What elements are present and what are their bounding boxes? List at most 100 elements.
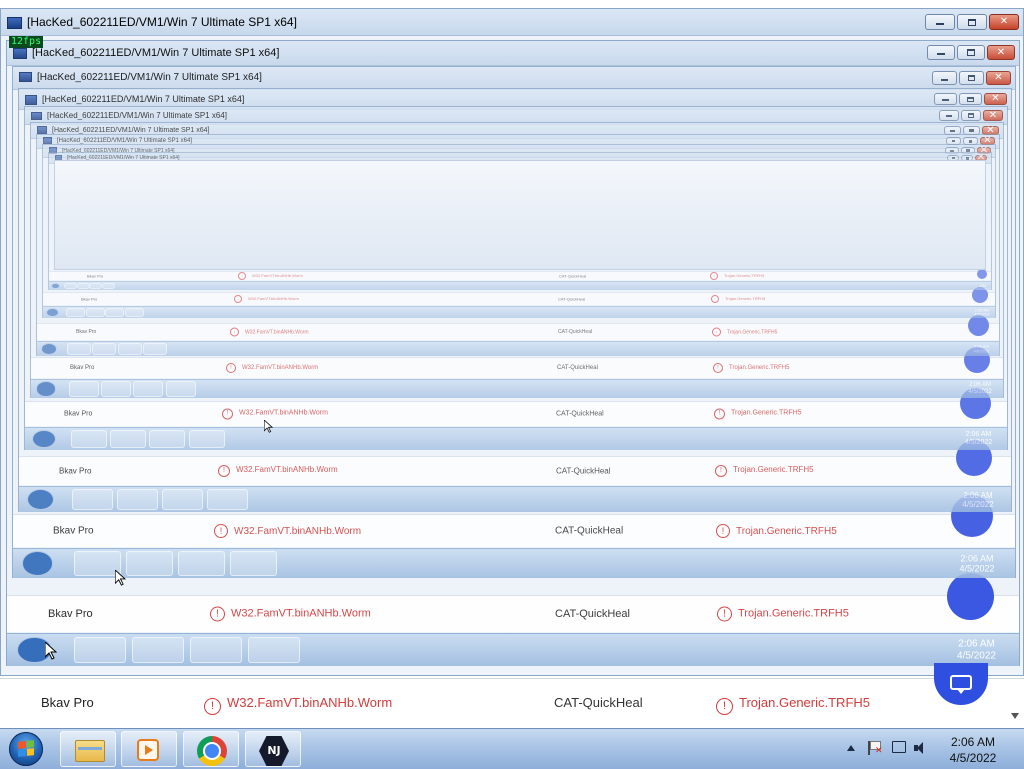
taskbar-app-button xyxy=(92,343,116,355)
close-icon[interactable] xyxy=(989,14,1019,30)
alert-icon: ! xyxy=(712,327,721,337)
taskbar-app-button xyxy=(133,381,163,397)
alert-icon: ! xyxy=(716,524,730,538)
nested-result-row: Bkav Pro ! W32.FamVT.binANHb.Worm CAT-Quick… xyxy=(19,456,1011,485)
nj-icon: NJ xyxy=(259,736,289,766)
nested-result-row: Bkav Pro ! W32.FamVT.binANHb.Worm CAT-Quick… xyxy=(37,323,999,340)
remote-desktop-icon xyxy=(43,136,52,144)
minimize-icon[interactable] xyxy=(927,45,955,60)
taskbar-chrome[interactable] xyxy=(183,731,239,767)
nested-row-cell: ! Trojan.Generic.TRFH5 xyxy=(716,524,837,538)
nested-result-row: Bkav Pro ! W32.FamVT.binANHb.Worm CAT-Quick… xyxy=(49,271,991,280)
minimize-icon[interactable] xyxy=(932,71,957,85)
nested-row-cell: ! W32.FamVT.binANHb.Worm xyxy=(210,606,371,622)
nested-row-cell: CAT-QuickHeal xyxy=(559,273,587,279)
fps-counter: 12fps xyxy=(9,36,44,48)
start-button xyxy=(22,551,53,576)
nested-row-cell: ! Trojan.Generic.TRFH5 xyxy=(715,465,814,477)
maximize-icon[interactable] xyxy=(959,71,984,85)
nested-row-cell: Bkav Pro xyxy=(53,525,94,537)
nested-row-cell: Bkav Pro xyxy=(70,365,95,371)
nested-clock: 2:06 AM4/5/2022 xyxy=(957,638,996,662)
clock-date: 4/5/2022 xyxy=(949,751,997,765)
taskbar-app-button xyxy=(74,551,121,576)
chat-button xyxy=(947,573,994,620)
show-hidden-icons-icon[interactable] xyxy=(847,745,855,751)
nested-row-cell: CAT-QuickHeal xyxy=(557,365,598,371)
nested-taskbar: 2:06 AM4/5/2022 xyxy=(43,306,995,318)
start-button xyxy=(46,307,59,318)
nested-taskbar: 2:06 AM4/5/2022 xyxy=(7,633,1019,666)
alert-icon: ! xyxy=(716,698,733,715)
alert-icon: ! xyxy=(222,408,233,420)
taskbar-app-button xyxy=(67,343,91,355)
taskbar-app-button xyxy=(74,636,126,664)
taskbar-app-button xyxy=(71,429,107,449)
scroll-down-arrow-icon[interactable] xyxy=(1011,713,1019,719)
taskbar-app-button xyxy=(69,381,99,397)
taskbar-app-button xyxy=(132,636,184,664)
system-clock[interactable]: 2:06 AM 4/5/2022 xyxy=(937,734,1009,766)
detection-result-row: Bkav Pro ! W32.FamVT.binANHb.Worm CAT-Qui… xyxy=(0,678,1024,727)
window-titlebar[interactable]: [HacKed_602211ED/VM1/Win 7 Ultimate SP1 … xyxy=(7,41,1019,66)
volume-icon[interactable] xyxy=(914,741,930,755)
alert-icon: ! xyxy=(204,698,221,715)
maximize-icon[interactable] xyxy=(961,110,981,121)
taskbar-app-button xyxy=(86,307,105,318)
network-icon[interactable] xyxy=(892,741,906,753)
taskbar-windows-explorer[interactable] xyxy=(60,731,116,767)
nested-row-cell: ! W32.FamVT.binANHb.Worm xyxy=(226,363,318,373)
start-button xyxy=(27,489,54,510)
close-icon[interactable] xyxy=(983,110,1003,121)
minimize-icon[interactable] xyxy=(939,110,959,121)
nested-row-cell: ! Trojan.Generic.TRFH5 xyxy=(711,295,765,303)
alert-icon: ! xyxy=(710,272,718,280)
minimize-icon[interactable] xyxy=(925,14,955,30)
nested-row-cell: CAT-QuickHeal xyxy=(558,296,586,302)
nested-row-cell: CAT-QuickHeal xyxy=(558,329,593,335)
taskbar-app-button xyxy=(178,551,225,576)
taskbar-media-player[interactable] xyxy=(121,731,177,767)
nested-row-cell: ! Trojan.Generic.TRFH5 xyxy=(710,272,764,280)
recursion-center xyxy=(54,160,986,270)
nested-row-cell: Bkav Pro xyxy=(48,608,93,620)
nested-taskbar: 2:06 AM4/5/2022 xyxy=(31,379,1003,398)
alert-icon: ! xyxy=(234,295,242,303)
alert-icon: ! xyxy=(238,272,246,280)
action-center-flag-icon[interactable] xyxy=(868,741,883,756)
taskbar-app-button xyxy=(149,429,185,449)
remote-desktop-icon xyxy=(19,72,32,83)
nested-row-cell: CAT-QuickHeal xyxy=(556,466,611,476)
close-icon[interactable] xyxy=(987,45,1015,60)
alert-icon: ! xyxy=(214,524,228,538)
close-icon[interactable] xyxy=(984,93,1007,105)
nested-row-cell: Bkav Pro xyxy=(64,410,93,418)
nested-result-row: Bkav Pro ! W32.FamVT.binANHb.Worm CAT-Quick… xyxy=(43,292,995,305)
nested-clock: 2:06 AM4/5/2022 xyxy=(973,343,990,353)
windows-flag-icon xyxy=(18,740,34,757)
window-titlebar[interactable]: [HacKed_602211ED/VM1/Win 7 Ultimate SP1 … xyxy=(1,9,1023,36)
start-button[interactable] xyxy=(7,731,45,767)
taskbar-app-button xyxy=(117,489,158,510)
alert-icon: ! xyxy=(713,363,723,373)
media-player-icon xyxy=(137,739,159,761)
nested-row-cell: ! W32.FamVT.binANHb.Worm xyxy=(230,327,309,337)
nested-clock: 2:06 AM4/5/2022 xyxy=(976,282,991,290)
taskbar-app-button xyxy=(101,381,131,397)
folder-icon xyxy=(75,740,105,762)
detection-result-2: ! Trojan.Generic.TRFH5 xyxy=(716,695,870,715)
remote-desktop-icon xyxy=(25,94,37,105)
taskbar-nj-app[interactable]: NJ xyxy=(245,731,301,767)
nested-row-cell: ! Trojan.Generic.TRFH5 xyxy=(714,408,802,420)
maximize-icon[interactable] xyxy=(957,14,987,30)
maximize-icon[interactable] xyxy=(957,45,985,60)
alert-icon: ! xyxy=(226,363,236,373)
nested-row-cell: Bkav Pro xyxy=(81,296,98,302)
detection-name-2: Trojan.Generic.TRFH5 xyxy=(739,695,870,710)
close-icon[interactable] xyxy=(986,71,1011,85)
window-titlebar[interactable]: [HacKed_602211ED/VM1/Win 7 Ultimate SP1 … xyxy=(13,67,1015,90)
minimize-icon[interactable] xyxy=(934,93,957,105)
maximize-icon[interactable] xyxy=(959,93,982,105)
nested-result-row: Bkav Pro ! W32.FamVT.binANHb.Worm CAT-Quick… xyxy=(7,595,1019,632)
window-title: [HacKed_602211ED/VM1/Win 7 Ultimate SP1 … xyxy=(32,47,280,59)
